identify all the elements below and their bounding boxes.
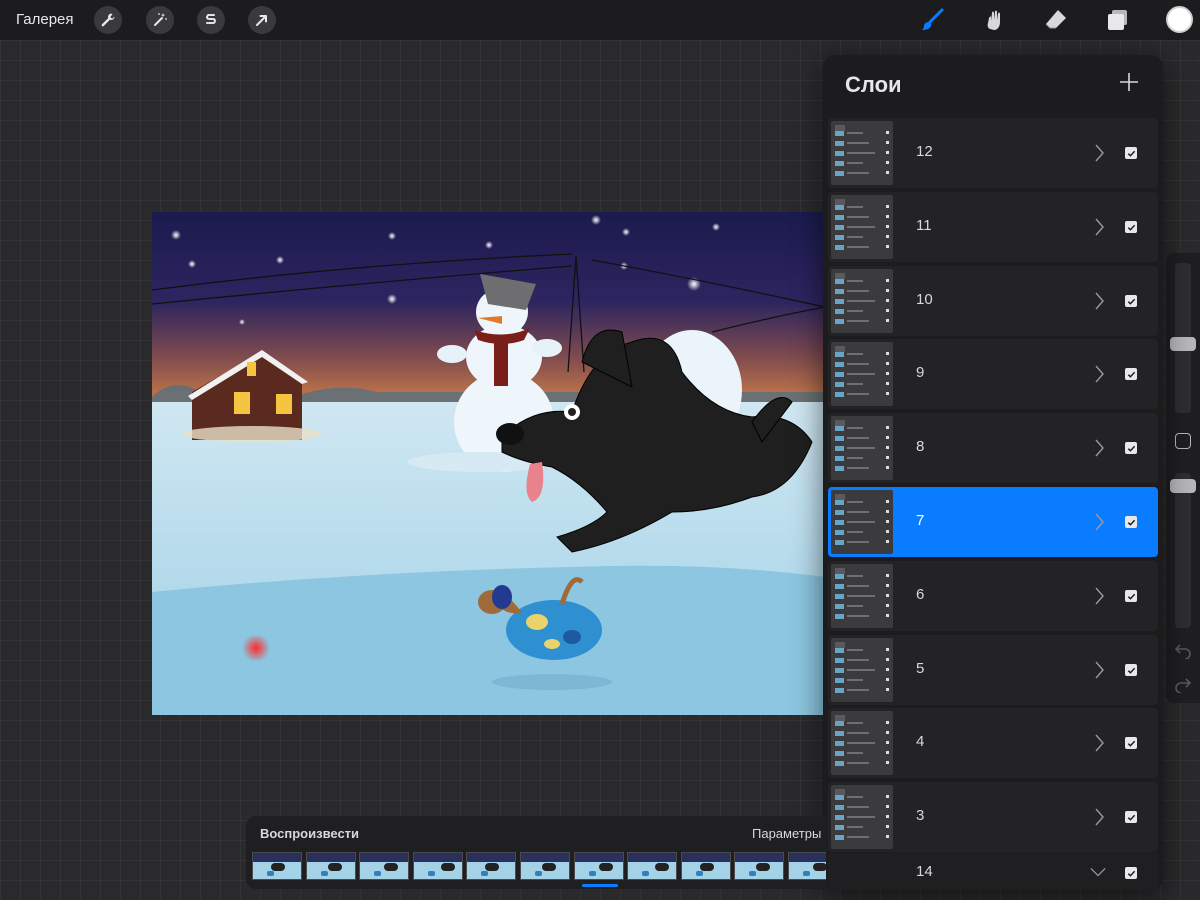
canvas-artwork[interactable] (152, 212, 825, 715)
layer-thumbnail (831, 564, 893, 628)
timeline-frames (252, 852, 826, 882)
layer-row[interactable]: 14 (828, 853, 1158, 890)
layer-row[interactable]: 4 (828, 708, 1158, 778)
layer-visibility-checkbox[interactable] (1125, 221, 1137, 233)
layer-visibility-checkbox[interactable] (1125, 516, 1137, 528)
chevron-right-icon[interactable] (1094, 218, 1104, 236)
layers-panel: Слои 12 11 10 9 8 7 6 5 4 3 14 (823, 55, 1163, 890)
brush-size-thumb[interactable] (1170, 337, 1196, 351)
current-frame-indicator (582, 884, 618, 887)
wrench-icon[interactable] (94, 6, 122, 34)
layer-name: 10 (916, 291, 933, 308)
color-picker-swatch[interactable] (1166, 6, 1193, 33)
redo-icon[interactable] (1174, 675, 1192, 693)
layer-name: 9 (916, 364, 925, 381)
chevron-right-icon[interactable] (1094, 292, 1104, 310)
layer-thumbnail (831, 121, 893, 185)
layer-name: 11 (916, 217, 932, 234)
layer-thumbnail (831, 638, 893, 702)
timeline-frame[interactable] (788, 852, 826, 880)
timeline-frame[interactable] (734, 852, 785, 880)
layer-visibility-checkbox[interactable] (1125, 590, 1137, 602)
chevron-right-icon[interactable] (1094, 365, 1104, 383)
timeline-frame[interactable] (305, 852, 356, 880)
chevron-right-icon[interactable] (1094, 513, 1104, 531)
layer-row[interactable]: 5 (828, 635, 1158, 705)
chevron-right-icon[interactable] (1094, 439, 1104, 457)
layer-row[interactable]: 10 (828, 266, 1158, 336)
layer-name: 7 (916, 512, 925, 529)
chevron-down-icon[interactable] (1090, 867, 1106, 877)
layers-icon[interactable] (1103, 5, 1133, 35)
modify-button[interactable] (1175, 433, 1191, 449)
timeline-frame[interactable] (627, 852, 678, 880)
layer-thumbnail (831, 195, 893, 259)
transform-arrow-icon[interactable] (248, 6, 276, 34)
layer-name: 14 (916, 863, 933, 880)
layer-visibility-checkbox[interactable] (1125, 368, 1137, 380)
chevron-right-icon[interactable] (1094, 661, 1104, 679)
layer-row[interactable]: 8 (828, 413, 1158, 483)
layer-thumbnail (831, 711, 893, 775)
layer-thumbnail (831, 785, 893, 849)
brush-size-opacity-sidebar (1166, 253, 1200, 703)
layer-name: 5 (916, 660, 925, 677)
plus-icon[interactable] (1117, 70, 1141, 94)
layer-name: 6 (916, 586, 925, 603)
layer-visibility-checkbox[interactable] (1125, 737, 1137, 749)
layer-visibility-checkbox[interactable] (1125, 664, 1137, 676)
layer-thumbnail (831, 342, 893, 406)
timeline-frame[interactable] (680, 852, 731, 880)
smudge-icon[interactable] (979, 5, 1009, 35)
layer-visibility-checkbox[interactable] (1125, 295, 1137, 307)
layer-row[interactable]: 12 (828, 118, 1158, 188)
layers-panel-title: Слои (845, 72, 902, 97)
timeline-frame[interactable] (412, 852, 463, 880)
animation-assist-bar: Воспроизвести Параметры (246, 816, 826, 889)
chevron-right-icon[interactable] (1094, 808, 1104, 826)
layer-row[interactable]: 11 (828, 192, 1158, 262)
brush-opacity-slider[interactable] (1175, 473, 1191, 628)
undo-icon[interactable] (1174, 641, 1192, 659)
eraser-icon[interactable] (1041, 5, 1071, 35)
timeline-frame[interactable] (359, 852, 410, 880)
layer-thumbnail (831, 269, 893, 333)
timeline-frame[interactable] (252, 852, 302, 880)
layer-name: 4 (916, 733, 925, 750)
layer-row[interactable]: 3 (828, 782, 1158, 852)
layer-thumbnail (831, 490, 893, 554)
timeline-frame[interactable] (573, 852, 624, 880)
magic-wand-icon[interactable] (146, 6, 174, 34)
layer-thumbnail (831, 416, 893, 480)
play-button[interactable]: Воспроизвести (260, 826, 359, 841)
layer-name: 8 (916, 438, 925, 455)
chevron-right-icon[interactable] (1094, 734, 1104, 752)
chevron-right-icon[interactable] (1094, 144, 1104, 162)
brush-opacity-thumb[interactable] (1170, 479, 1196, 493)
layer-row[interactable]: 7 (828, 487, 1158, 557)
layer-name: 3 (916, 807, 925, 824)
brush-icon[interactable] (917, 5, 947, 35)
chevron-right-icon[interactable] (1094, 587, 1104, 605)
selection-s-icon[interactable] (197, 6, 225, 34)
layer-name: 12 (916, 143, 933, 160)
top-toolbar: Галерея (0, 0, 1200, 40)
layer-visibility-checkbox[interactable] (1125, 147, 1137, 159)
layer-row[interactable]: 6 (828, 561, 1158, 631)
layer-row[interactable]: 9 (828, 339, 1158, 409)
gallery-button[interactable]: Галерея (16, 11, 74, 28)
timeline-frame[interactable] (466, 852, 517, 880)
timeline-frame[interactable] (520, 852, 570, 880)
layer-visibility-checkbox[interactable] (1125, 442, 1137, 454)
layer-visibility-checkbox[interactable] (1125, 811, 1137, 823)
layer-visibility-checkbox[interactable] (1125, 867, 1137, 879)
settings-button[interactable]: Параметры (752, 826, 821, 841)
